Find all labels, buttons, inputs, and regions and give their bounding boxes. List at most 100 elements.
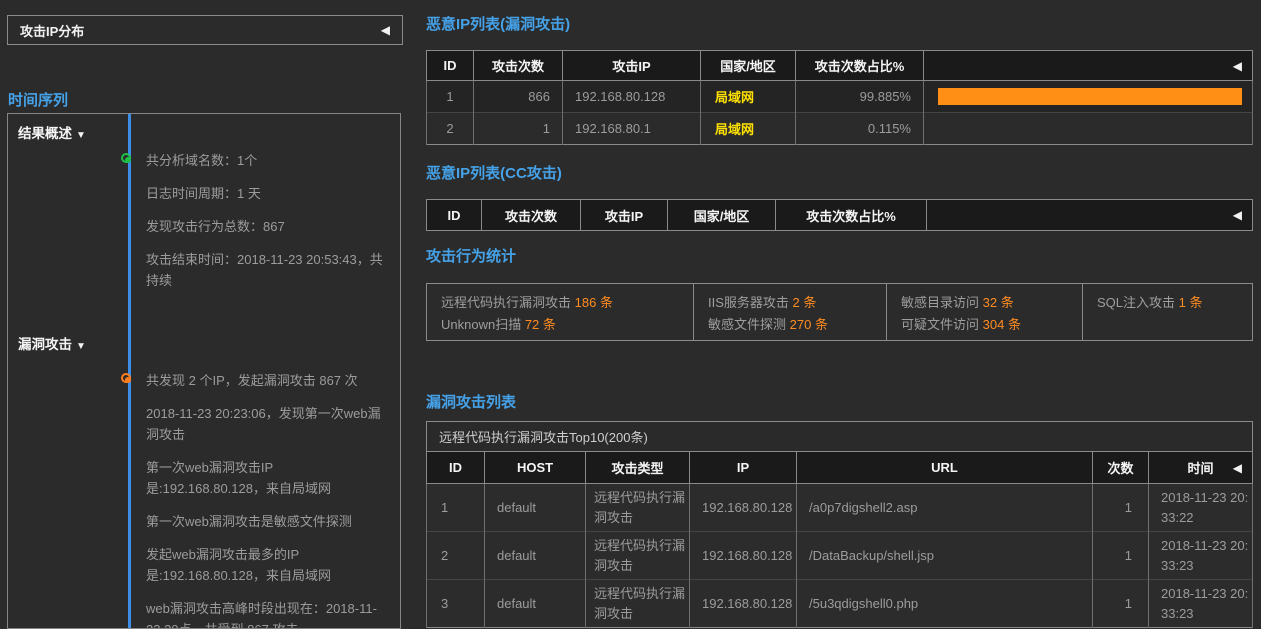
cell-count: 1: [474, 113, 563, 145]
cell-ip: 192.168.80.128: [690, 484, 797, 532]
cell-ip: 192.168.80.1: [563, 113, 701, 145]
col-bar-chart: ◀: [924, 51, 1253, 81]
stats-count: 2 条: [793, 295, 817, 310]
timeline-group-overview-toggle[interactable]: 结果概述▼: [18, 122, 86, 142]
vuln-ip-list-title: 恶意IP列表(漏洞攻击): [426, 13, 570, 34]
timeline-group-vuln-attack-toggle[interactable]: 漏洞攻击 ▼: [18, 333, 86, 353]
cell-host: default: [485, 580, 586, 628]
cell-id: 3: [427, 580, 485, 628]
col-ip: IP: [690, 452, 797, 484]
cell-id: 1: [427, 81, 474, 113]
col-count: 次数: [1093, 452, 1149, 484]
cc-ip-list-title: 恶意IP列表(CC攻击): [426, 162, 562, 183]
vuln-attack-list-title: 漏洞攻击列表: [426, 391, 516, 412]
cell-count: 1: [1093, 532, 1149, 580]
cc-ip-table: ID 攻击次数 攻击IP 国家/地区 攻击次数占比% ◀: [426, 199, 1253, 231]
cell-count: 866: [474, 81, 563, 113]
stats-count: 72 条: [525, 317, 556, 332]
collapse-left-icon[interactable]: ◀: [1233, 209, 1242, 221]
stats-column: IIS服务器攻击 2 条 敏感文件探测 270 条: [694, 284, 887, 340]
attack-ip-distribution-label: 攻击IP分布: [20, 21, 84, 40]
timeline-item: 2018-11-23 20:23:06，发现第一次web漏洞攻击: [146, 403, 390, 445]
timeline-item-text: web漏洞攻击高峰时段出现在：2018-11-23 20点，共受到 867 攻击: [146, 601, 377, 629]
col-id: ID: [427, 200, 482, 231]
timeline-item-text: 共分析域名数：1个: [146, 153, 257, 168]
timeline-item-text: 日志时间周期：1 天: [146, 186, 261, 201]
timeline-section-title: 时间序列: [8, 89, 68, 110]
table-header-row: ID 攻击次数 攻击IP 国家/地区 攻击次数占比% ◀: [427, 200, 1253, 231]
attack-stats-title: 攻击行为统计: [426, 245, 516, 266]
timeline-marker-orange-icon: [121, 373, 131, 383]
attack-stats-box: 远程代码执行漏洞攻击 186 条 Unknown扫描 72 条 IIS服务器攻击…: [426, 283, 1253, 341]
col-id: ID: [427, 51, 474, 81]
col-url: URL: [797, 452, 1093, 484]
stats-label: 敏感目录访问: [901, 295, 979, 310]
stats-count: 1 条: [1179, 295, 1203, 310]
col-pct: 攻击次数占比%: [796, 51, 924, 81]
col-time-label: 时间: [1187, 461, 1213, 476]
stats-label: IIS服务器攻击: [708, 295, 789, 310]
cell-time: 2018-11-23 20:33:23: [1149, 580, 1253, 628]
attack-ip-distribution-panel-header[interactable]: 攻击IP分布 ◀: [7, 15, 403, 45]
timeline-item-text: 第一次web漏洞攻击IP是:192.168.80.128，来自局域网: [146, 460, 331, 496]
timeline-marker-green-icon: [121, 153, 131, 163]
cell-bar: [924, 81, 1253, 113]
cell-url: /5u3qdigshell0.php: [797, 580, 1093, 628]
col-time: 时间 ◀: [1149, 452, 1253, 484]
subtable-title: 远程代码执行漏洞攻击Top10(200条): [427, 422, 1253, 452]
collapse-left-icon[interactable]: ◀: [1233, 60, 1242, 72]
cell-host: default: [485, 484, 586, 532]
col-host: HOST: [485, 452, 586, 484]
vuln-ip-table: ID 攻击次数 攻击IP 国家/地区 攻击次数占比% ◀ 1 866 192.1…: [426, 50, 1253, 145]
collapse-left-icon[interactable]: ◀: [381, 24, 390, 36]
cell-id: 2: [427, 532, 485, 580]
timeline-item: 共分析域名数：1个: [146, 150, 390, 171]
timeline-item-text: 发现攻击行为总数：867: [146, 219, 285, 234]
cell-count: 1: [1093, 484, 1149, 532]
timeline-item-text: 共发现 2 个IP，发起漏洞攻击 867 次: [146, 373, 358, 388]
table-header-row: ID HOST 攻击类型 IP URL 次数 时间◀: [427, 452, 1253, 484]
stats-count: 32 条: [983, 295, 1014, 310]
table-row: 1 866 192.168.80.128 局域网 99.885%: [427, 81, 1253, 113]
timeline-item-text: 发起web漏洞攻击最多的IP是:192.168.80.128，来自局域网: [146, 547, 331, 583]
stats-item: 远程代码执行漏洞攻击 186 条: [441, 292, 687, 313]
cell-host: default: [485, 532, 586, 580]
cell-time: 2018-11-23 20:33:22: [1149, 484, 1253, 532]
cell-type: 远程代码执行漏洞攻击: [586, 484, 690, 532]
timeline-item: 发现攻击行为总数：867: [146, 216, 390, 237]
stats-column: 敏感目录访问 32 条 可疑文件访问 304 条: [887, 284, 1083, 340]
timeline-item: 第一次web漏洞攻击是敏感文件探测: [146, 511, 390, 532]
cell-url: /a0p7digshell2.asp: [797, 484, 1093, 532]
stats-label: 可疑文件访问: [901, 317, 979, 332]
stats-item: 敏感文件探测 270 条: [708, 314, 880, 335]
subtable-title-row: 远程代码执行漏洞攻击Top10(200条): [427, 422, 1253, 452]
timeline-item: 攻击结束时间：2018-11-23 20:53:43，共持续: [146, 249, 390, 291]
table-row: 2 1 192.168.80.1 局域网 0.115%: [427, 113, 1253, 145]
col-region: 国家/地区: [701, 51, 796, 81]
timeline-group-vuln-attack-label: 漏洞攻击: [18, 337, 72, 352]
stats-label: 敏感文件探测: [708, 317, 786, 332]
col-region: 国家/地区: [668, 200, 776, 231]
stats-column: 远程代码执行漏洞攻击 186 条 Unknown扫描 72 条: [427, 284, 694, 340]
timeline-panel: 结果概述▼ 共分析域名数：1个 日志时间周期：1 天 发现攻击行为总数：867 …: [7, 113, 401, 629]
stats-label: 远程代码执行漏洞攻击: [441, 295, 571, 310]
stats-column: SQL注入攻击 1 条: [1083, 284, 1252, 340]
caret-down-icon: ▼: [76, 341, 86, 352]
cell-url: /DataBackup/shell.jsp: [797, 532, 1093, 580]
timeline-item-text: 2018-11-23 20:23:06，发现第一次web漏洞攻击: [146, 406, 381, 442]
cell-type: 远程代码执行漏洞攻击: [586, 580, 690, 628]
table-row: 2 default 远程代码执行漏洞攻击 192.168.80.128 /Dat…: [427, 532, 1253, 580]
timeline-item: 共发现 2 个IP，发起漏洞攻击 867 次: [146, 370, 390, 391]
timeline-item: 日志时间周期：1 天: [146, 183, 390, 204]
caret-down-icon: ▼: [76, 130, 86, 141]
stats-item: SQL注入攻击 1 条: [1097, 292, 1246, 313]
stats-item: Unknown扫描 72 条: [441, 314, 687, 335]
stats-count: 270 条: [790, 317, 828, 332]
timeline-item-text: 攻击结束时间：2018-11-23 20:53:43，共持续: [146, 252, 383, 288]
col-bar-chart: ◀: [927, 200, 1253, 231]
cell-time: 2018-11-23 20:33:23: [1149, 532, 1253, 580]
table-header-row: ID 攻击次数 攻击IP 国家/地区 攻击次数占比% ◀: [427, 51, 1253, 81]
cell-ip: 192.168.80.128: [690, 580, 797, 628]
col-attack-ip: 攻击IP: [581, 200, 668, 231]
collapse-left-icon[interactable]: ◀: [1233, 462, 1242, 474]
